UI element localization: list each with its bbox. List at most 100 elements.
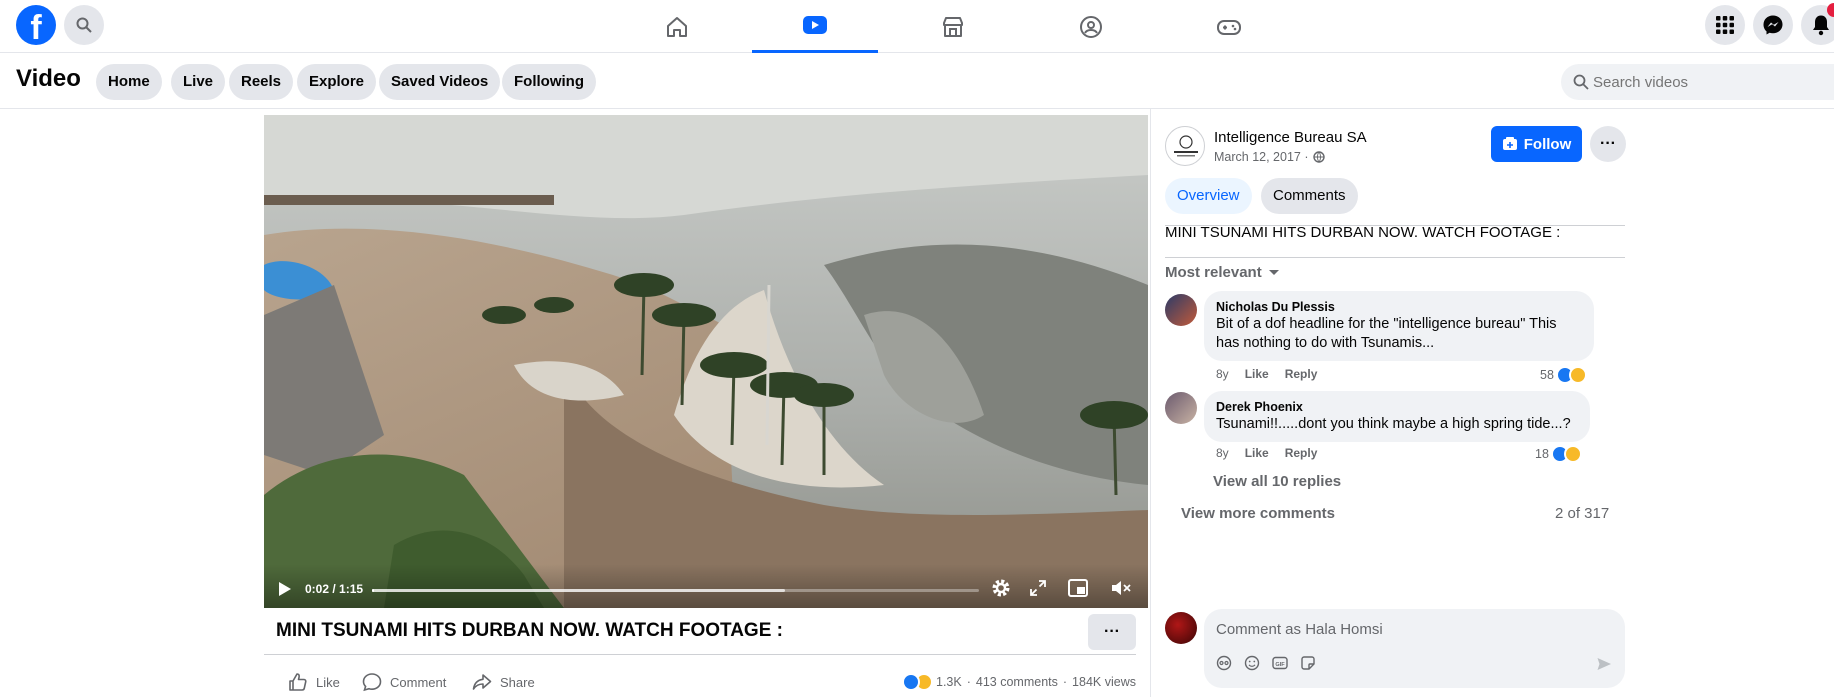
comment-label: Comment bbox=[390, 674, 447, 690]
play-icon[interactable] bbox=[278, 581, 292, 597]
muted-volume-icon[interactable] bbox=[1110, 579, 1132, 597]
sort-comments-dropdown[interactable]: Most relevant bbox=[1165, 264, 1280, 281]
like-action[interactable]: Like bbox=[288, 670, 340, 694]
comment-composer[interactable]: Comment as Hala Homsi GIF bbox=[1204, 609, 1625, 688]
comment-bubble: Nicholas Du Plessis Bit of a dof headlin… bbox=[1204, 291, 1594, 361]
right-panel-divider bbox=[1150, 109, 1151, 697]
avatar[interactable] bbox=[1165, 294, 1197, 326]
composer-placeholder[interactable]: Comment as Hala Homsi bbox=[1216, 621, 1383, 638]
avatar[interactable] bbox=[1165, 392, 1197, 424]
video-player[interactable]: 0:02 / 1:15 bbox=[264, 115, 1148, 608]
search-icon bbox=[1573, 74, 1589, 90]
notifications-button[interactable] bbox=[1801, 3, 1834, 45]
comment-reply-button[interactable]: Reply bbox=[1285, 446, 1318, 460]
haha-reaction-icon bbox=[1568, 366, 1587, 384]
pill-following[interactable]: Following bbox=[502, 64, 596, 100]
comment-action[interactable]: Comment bbox=[362, 670, 446, 694]
video-frame-image bbox=[264, 115, 1148, 608]
bell-icon bbox=[1813, 15, 1829, 36]
sort-label: Most relevant bbox=[1165, 264, 1262, 281]
sticker-icon[interactable] bbox=[1300, 655, 1316, 671]
emoji-icon[interactable] bbox=[1244, 655, 1260, 671]
video-stats: 1.3K · 413 comments · 184K views bbox=[902, 670, 1136, 694]
search-videos-input[interactable] bbox=[1593, 64, 1833, 100]
comment-author[interactable]: Derek Phoenix bbox=[1216, 399, 1578, 415]
thumbs-up-icon bbox=[289, 673, 307, 691]
reaction-count[interactable]: 1.3K bbox=[936, 675, 962, 689]
menu-button[interactable] bbox=[1705, 5, 1745, 45]
tab-home[interactable] bbox=[614, 0, 740, 53]
follow-button[interactable]: Follow bbox=[1491, 126, 1582, 162]
comment-reply-button[interactable]: Reply bbox=[1285, 367, 1318, 381]
share-label: Share bbox=[500, 674, 535, 690]
video-progress-track[interactable] bbox=[372, 589, 979, 592]
send-icon[interactable] bbox=[1596, 656, 1612, 672]
facebook-logo-letter: f bbox=[30, 9, 42, 45]
comment-reactions[interactable]: 18 bbox=[1535, 445, 1582, 463]
page-more-button[interactable]: ··· bbox=[1590, 126, 1626, 162]
description-bottom-divider bbox=[1165, 257, 1625, 258]
tab-comments[interactable]: Comments bbox=[1261, 178, 1358, 214]
comment-icon bbox=[362, 673, 382, 692]
comment-text-line: Tsunami!!.....dont you think maybe a hig… bbox=[1216, 416, 1571, 432]
user-avatar[interactable] bbox=[1165, 612, 1197, 644]
comment-reactions[interactable]: 58 bbox=[1540, 366, 1587, 384]
tab-video[interactable] bbox=[752, 0, 878, 53]
comments-shown-count: 2 of 317 bbox=[1555, 505, 1610, 522]
tab-groups[interactable] bbox=[1028, 0, 1154, 53]
facebook-logo[interactable]: f bbox=[16, 5, 56, 45]
comment-like-button[interactable]: Like bbox=[1245, 446, 1269, 460]
video-more-button[interactable]: ··· bbox=[1088, 614, 1136, 650]
video-title: MINI TSUNAMI HITS DURBAN NOW. WATCH FOOT… bbox=[276, 620, 783, 641]
comment-age[interactable]: 8y bbox=[1216, 367, 1229, 381]
settings-icon[interactable] bbox=[991, 578, 1011, 598]
comment-text-line: has nothing to do with Tsunamis... bbox=[1216, 335, 1435, 351]
post-date-text: March 12, 2017 · bbox=[1214, 150, 1309, 164]
messenger-icon bbox=[1763, 15, 1783, 35]
groups-icon bbox=[1080, 15, 1102, 38]
pill-explore[interactable]: Explore bbox=[297, 64, 377, 100]
picture-in-picture-icon[interactable] bbox=[1068, 579, 1088, 597]
like-label: Like bbox=[316, 674, 340, 690]
page-title: Video bbox=[16, 65, 81, 92]
gif-icon[interactable]: GIF bbox=[1272, 655, 1288, 671]
tab-overview[interactable]: Overview bbox=[1165, 178, 1252, 214]
pill-saved-videos[interactable]: Saved Videos bbox=[379, 64, 501, 100]
follow-label: Follow bbox=[1523, 135, 1572, 153]
share-action[interactable]: Share bbox=[472, 670, 535, 694]
pill-live[interactable]: Live bbox=[171, 64, 226, 100]
gaming-icon bbox=[1217, 19, 1241, 35]
search-button[interactable] bbox=[64, 5, 104, 45]
player-controls: 0:02 / 1:15 bbox=[264, 564, 1148, 608]
notification-badge bbox=[1827, 3, 1834, 17]
grid-menu-icon bbox=[1716, 16, 1734, 34]
comment-like-button[interactable]: Like bbox=[1245, 367, 1269, 381]
comment-reaction-count: 58 bbox=[1540, 368, 1554, 382]
stat-separator: · bbox=[1062, 675, 1068, 689]
more-dots-icon: ··· bbox=[1104, 623, 1120, 640]
comment-text-line: Bit of a dof headline for the "intellige… bbox=[1216, 316, 1557, 332]
search-videos-box[interactable] bbox=[1561, 64, 1834, 100]
tab-gaming[interactable] bbox=[1166, 0, 1292, 53]
view-more-comments-link[interactable]: View more comments bbox=[1181, 505, 1335, 522]
comment-author[interactable]: Nicholas Du Plessis bbox=[1216, 299, 1582, 315]
fullscreen-icon[interactable] bbox=[1030, 580, 1046, 596]
messenger-button[interactable] bbox=[1753, 5, 1793, 45]
avatar-sticker-icon[interactable] bbox=[1216, 655, 1232, 671]
page-name[interactable]: Intelligence Bureau SA bbox=[1214, 129, 1367, 146]
page-avatar[interactable] bbox=[1165, 126, 1205, 166]
home-icon bbox=[667, 16, 687, 37]
pill-home[interactable]: Home bbox=[96, 64, 162, 100]
comments-count[interactable]: 413 comments bbox=[976, 675, 1058, 689]
svg-text:GIF: GIF bbox=[1275, 662, 1285, 668]
tab-marketplace[interactable] bbox=[890, 0, 1016, 53]
comment-reaction-count: 18 bbox=[1535, 447, 1549, 461]
pill-reels[interactable]: Reels bbox=[229, 64, 294, 100]
intelligence-bureau-logo bbox=[1174, 135, 1198, 157]
divider bbox=[264, 654, 1136, 655]
view-replies-link[interactable]: View all 10 replies bbox=[1213, 473, 1341, 490]
comment-age[interactable]: 8y bbox=[1216, 446, 1229, 460]
video-subnav: Video Home Live Reels Explore Saved Vide… bbox=[0, 53, 1834, 109]
follow-icon bbox=[1502, 137, 1517, 150]
comment-meta: 8y Like Reply bbox=[1216, 446, 1317, 460]
